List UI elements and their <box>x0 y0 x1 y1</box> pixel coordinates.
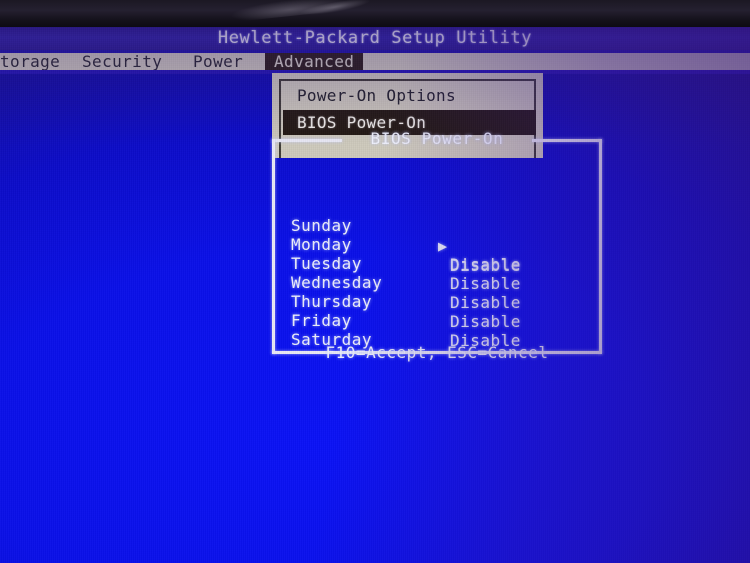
selection-cursor-icon: ▶ <box>438 237 448 255</box>
menubar-top-edge <box>0 50 750 53</box>
table-row[interactable]: Tuesday Disable <box>275 234 520 293</box>
table-row[interactable]: Wednesday Disable <box>275 253 520 312</box>
row-value-monday[interactable]: Disable <box>450 255 521 275</box>
page-title: Hewlett-Packard Setup Utility <box>217 28 533 48</box>
bios-power-on-dialog: BIOS Power-On Sunday ▶ Disable Monday Di… <box>272 129 602 362</box>
dialog-border-right <box>599 139 602 354</box>
table-row[interactable]: Thursday Disable <box>275 272 520 331</box>
monitor-photo: Hewlett-Packard Setup Utility torage Sec… <box>0 0 750 563</box>
row-value-thursday[interactable]: Disable <box>450 312 521 332</box>
table-row[interactable]: Sunday ▶ Disable <box>275 196 520 275</box>
dropdown-item-power-on-options[interactable]: Power-On Options <box>283 83 536 108</box>
monitor-bezel <box>0 0 750 27</box>
table-row[interactable]: Saturday Disable <box>275 310 520 351</box>
row-value-wednesday[interactable]: Disable <box>450 293 521 313</box>
bios-screen: Hewlett-Packard Setup Utility torage Sec… <box>0 27 750 563</box>
row-value-tuesday[interactable]: Disable <box>450 274 521 294</box>
dialog-body: Sunday ▶ Disable Monday Disable Tuesday … <box>275 142 599 351</box>
dialog-footer-hint: F10=Accept, ESC=Cancel <box>325 343 549 362</box>
table-row[interactable]: Monday Disable <box>275 215 520 274</box>
table-row[interactable]: Friday Disable <box>275 291 520 350</box>
title-bar: Hewlett-Packard Setup Utility <box>0 27 750 50</box>
